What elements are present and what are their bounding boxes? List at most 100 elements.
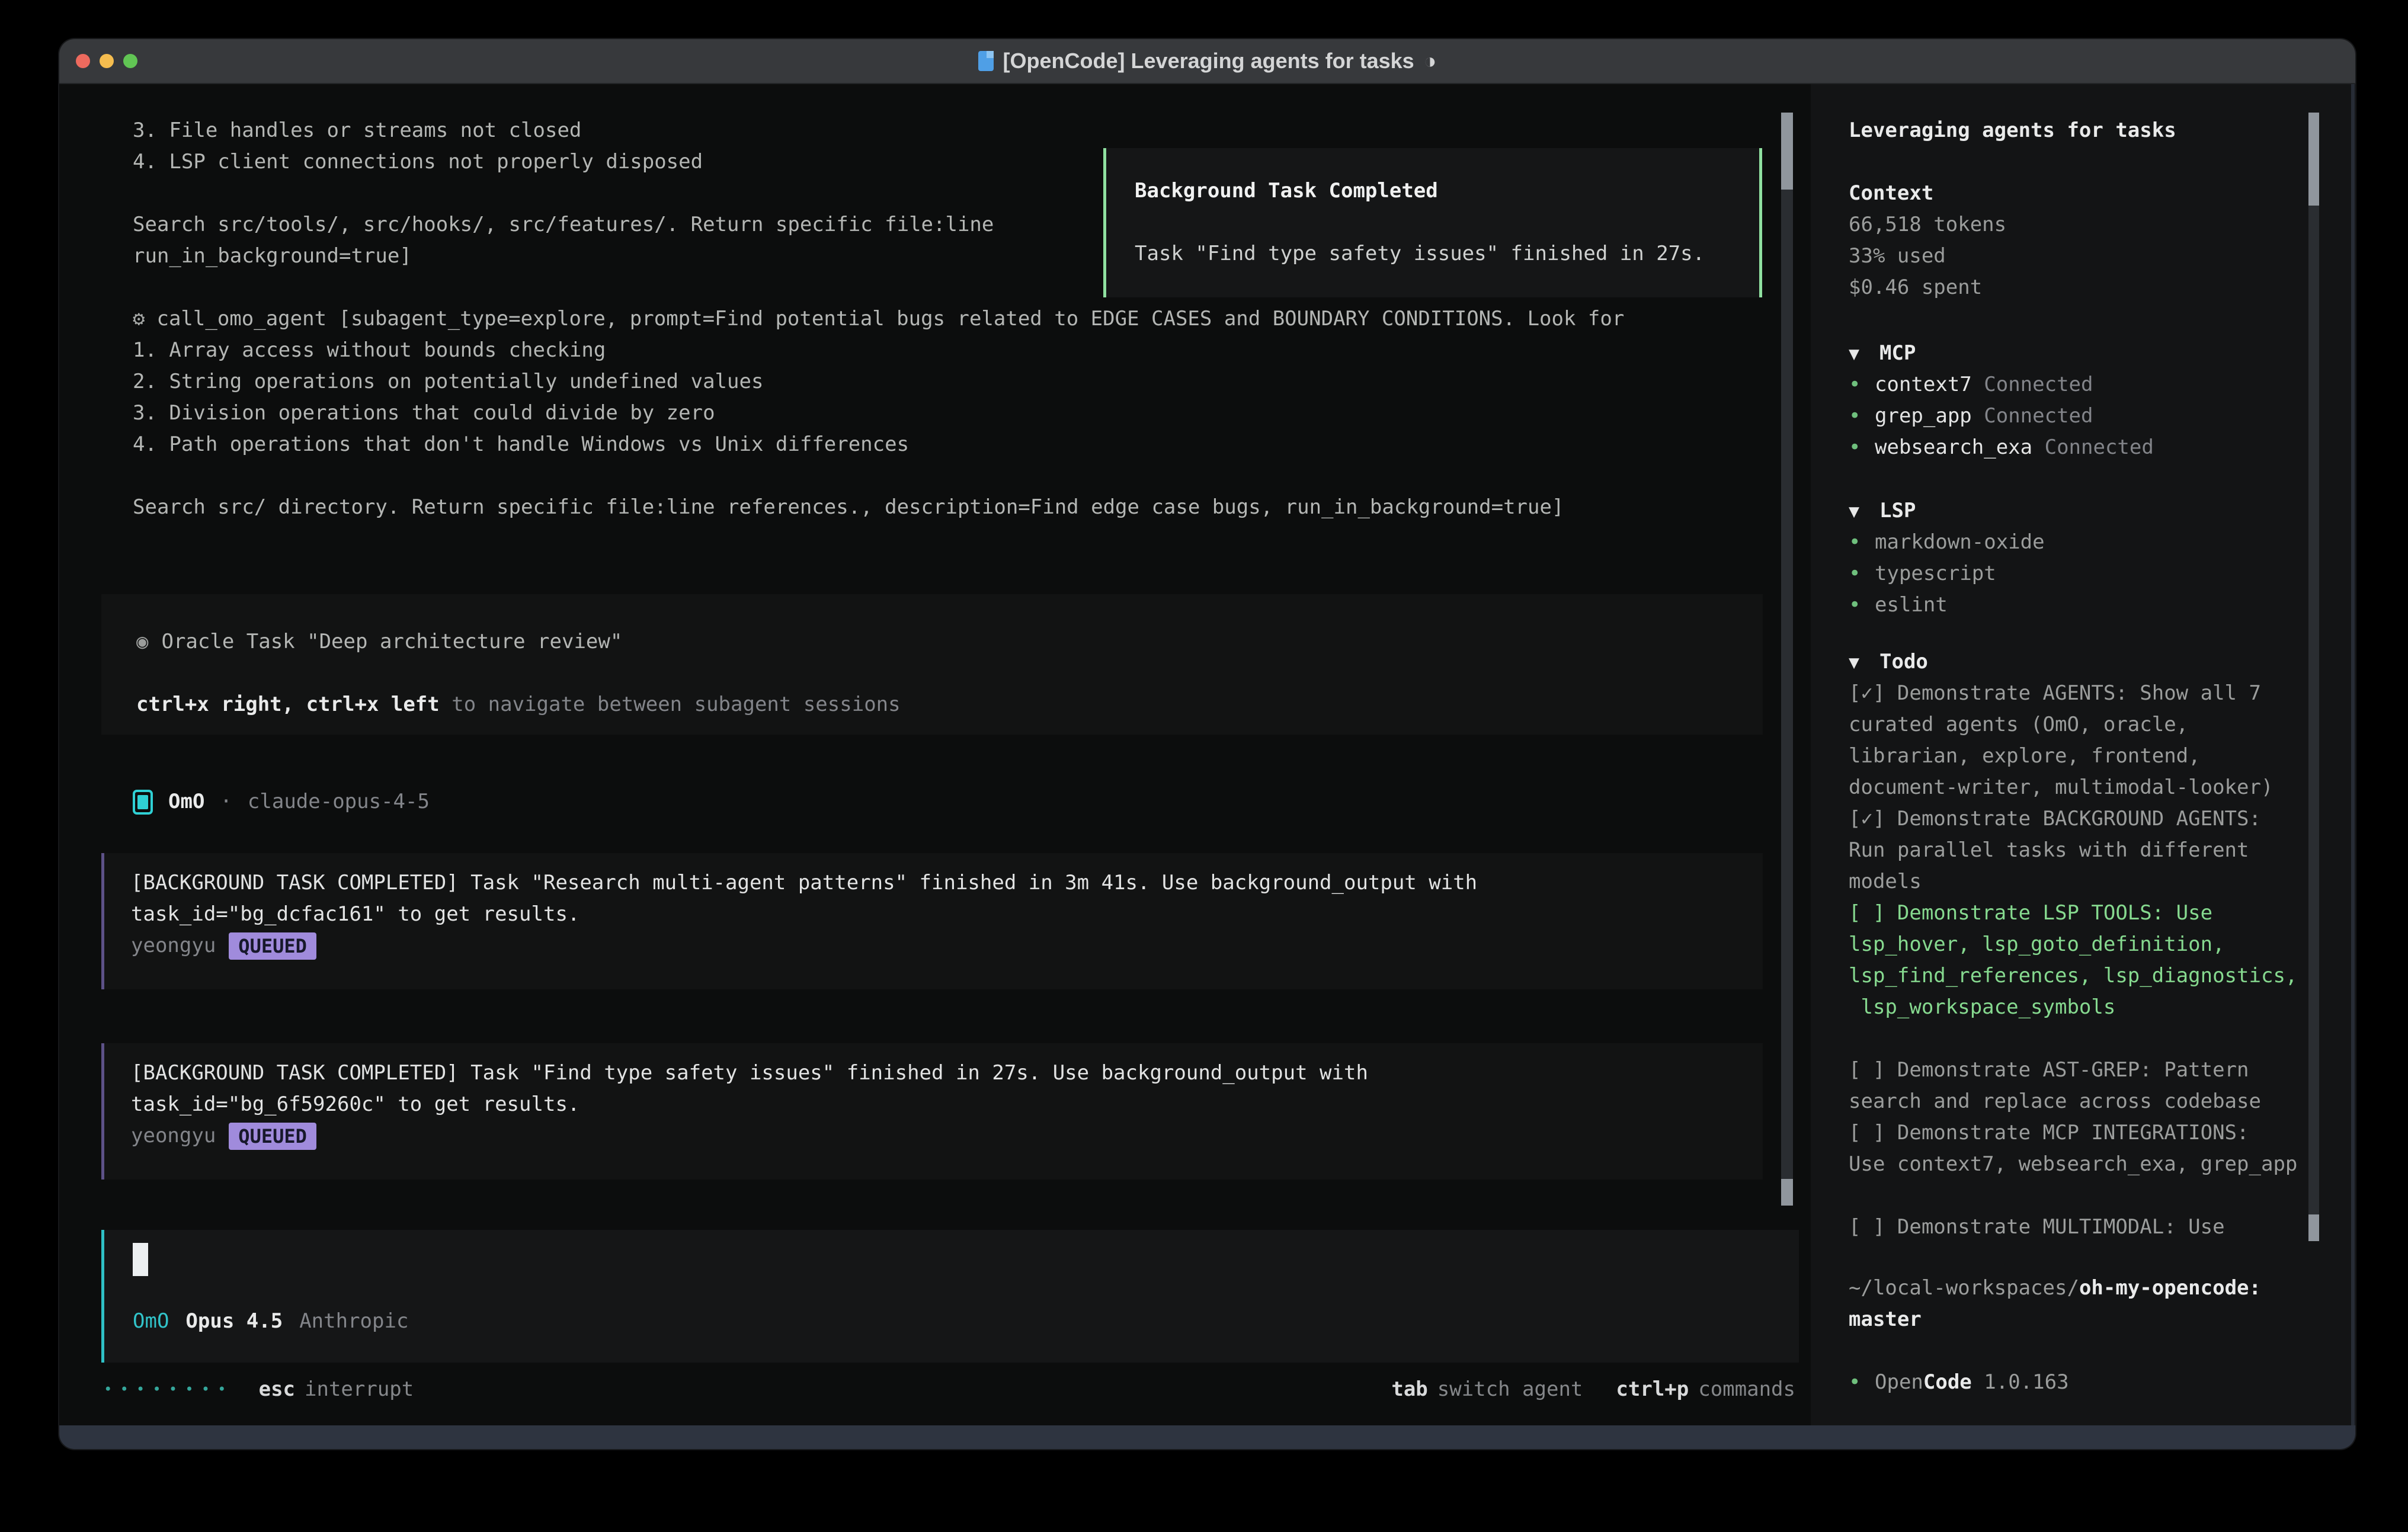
oracle-hint-keys: ctrl+x right, ctrl+x left [136,693,440,716]
status-right: tab switch agent ctrl+p commands [1358,1377,1795,1401]
lsp-item-name: markdown-oxide [1875,530,2045,554]
bullet-icon: • [1849,400,1875,432]
oracle-task-card[interactable]: ◉Oracle Task "Deep architecture review" … [101,594,1763,735]
agent-header: OmO · claude-opus-4-5 [133,786,430,818]
main-scrollbar-track[interactable] [1781,113,1793,1206]
commands-hint-group: ctrl+p commands [1616,1377,1795,1401]
mcp-item-status-text: Connected [1984,404,2093,428]
task-message-line1: [BACKGROUND TASK COMPLETED] Task "Resear… [131,867,1763,899]
bullet-icon: • [1849,432,1875,463]
todo-line: document-writer, multimodal-looker) [1849,772,2311,803]
chevron-down-icon: ▼ [1849,338,1879,370]
sidebar-title-block: Leveraging agents for tasks [1849,115,2311,146]
chevron-down-icon: ▼ [1849,647,1879,678]
tab-hint-group: tab switch agent [1391,1377,1583,1401]
window-title: [OpenCode] Leveraging agents for tasks ◑ [978,49,1437,73]
task-message-meta: yeongyu QUEUED [131,930,1763,961]
mcp-section: ▼MCP •context7 Connected •grep_app Conne… [1849,338,2311,463]
bullet-icon: • [1849,1367,1875,1398]
transcript-line: 3. File handles or streams not closed [133,115,1774,146]
close-button[interactable] [76,54,90,68]
mcp-item-name: websearch_exa [1875,435,2032,459]
agent-status-icon [133,790,153,815]
task-message-line2: task_id="bg_dcfac161" to get results. [131,899,1763,930]
prompt-input[interactable]: OmO Opus 4.5 Anthropic [101,1230,1799,1363]
todo-line: [ ] Demonstrate MCP INTEGRATIONS: [1849,1117,2311,1149]
todo-line: [✓] Demonstrate AGENTS: Show all 7 [1849,678,2311,709]
todo-line: curated agents (OmO, oracle, [1849,709,2311,741]
transcript-line: 4. Path operations that don't handle Win… [133,429,1774,460]
mcp-item-status [1972,373,1984,396]
sidebar-scrollbar-thumb-lower[interactable] [2308,1214,2319,1241]
mcp-item: •context7 Connected [1849,369,2311,400]
mcp-header[interactable]: ▼MCP [1849,338,2311,369]
context-header: Context [1849,178,2311,209]
esc-key-hint: esc [259,1377,295,1401]
context-tokens: 66,518 tokens [1849,209,2311,241]
todo-line-active: lsp_workspace_symbols [1849,992,2311,1023]
titlebar[interactable]: [OpenCode] Leveraging agents for tasks ◑ [59,39,2355,84]
window-title-text: [OpenCode] Leveraging agents for tasks [1003,49,1414,73]
status-badge: QUEUED [229,932,316,960]
task-message-meta: yeongyu QUEUED [131,1120,1763,1152]
background-task-notification: Background Task Completed Task "Find typ… [1103,148,1762,297]
oracle-spacer [136,658,1763,689]
sidebar-scrollbar-thumb[interactable] [2308,113,2319,206]
main-scrollbar-thumb[interactable] [1781,113,1793,190]
todo-line: [ ] Demonstrate AST-GREP: Pattern [1849,1055,2311,1086]
tab-key-label: switch agent [1437,1377,1583,1401]
context-used: 33% used [1849,241,2311,272]
separator-dot: · [220,786,232,818]
context-spent: $0.46 spent [1849,272,2311,303]
todo-line-active: [ ] Demonstrate LSP TOOLS: Use [1849,898,2311,929]
document-icon [978,51,994,71]
oracle-task-title: Oracle Task "Deep architecture review" [161,630,622,653]
gear-icon: ⚙ [133,307,145,331]
oracle-task-title-row: ◉Oracle Task "Deep architecture review" [136,626,1763,658]
ctrlp-key-hint: ctrl+p [1616,1377,1689,1401]
status-left: •••••••• esc interrupt [104,1377,414,1401]
version-number: 1.0.163 [1984,1370,2068,1394]
author-name: yeongyu [131,930,216,961]
esc-key-label: interrupt [305,1377,414,1401]
text-cursor [133,1243,148,1276]
context-section: Context 66,518 tokens 33% used $0.46 spe… [1849,178,2311,303]
workspace-repo: oh-my-opencode: [2079,1276,2261,1300]
todo-section: ▼Todo [✓] Demonstrate AGENTS: Show all 7… [1849,646,2311,1243]
status-badge: QUEUED [229,1123,316,1150]
author-name: yeongyu [131,1120,216,1152]
version-block: •OpenCode 1.0.163 [1849,1367,2311,1398]
task-message-card[interactable]: [BACKGROUND TASK COMPLETED] Task "Find t… [101,1043,1763,1180]
terminal-window: [OpenCode] Leveraging agents for tasks ◑… [59,39,2355,1449]
mcp-item-status [1972,404,1984,428]
main-scrollbar-thumb-lower[interactable] [1781,1179,1793,1206]
agent-model: claude-opus-4-5 [248,786,430,818]
tool-call-text: call_omo_agent [subagent_type=explore, p… [156,307,1624,331]
window-footer [59,1425,2355,1449]
sidebar-scrollbar-track[interactable] [2308,113,2319,1241]
notification-title: Background Task Completed [1135,175,1759,207]
mcp-item-name: context7 [1875,373,1972,396]
lsp-section: ▼LSP •markdown-oxide •typescript •eslint [1849,495,2311,621]
task-message-line2: task_id="bg_6f59260c" to get results. [131,1089,1763,1120]
todo-line: Run parallel tasks with different [1849,835,2311,866]
mcp-item-status-text: Connected [1984,373,2093,396]
input-model-name[interactable]: Opus 4.5 [185,1306,283,1337]
todo-line: [ ] Demonstrate MULTIMODAL: Use [1849,1212,2311,1243]
mcp-item: •websearch_exa Connected [1849,432,2311,463]
transcript-line: 3. Division operations that could divide… [133,398,1774,429]
todo-header-label: Todo [1879,650,1928,674]
bullet-icon: • [1849,527,1875,558]
minimize-button[interactable] [100,54,114,68]
task-message-card[interactable]: [BACKGROUND TASK COMPLETED] Task "Resear… [101,853,1763,989]
version-space [1972,1370,1984,1394]
todo-header[interactable]: ▼Todo [1849,646,2311,678]
todo-spacer [1849,1023,2311,1055]
workspace-path-dim: ~/local-workspaces/ [1849,1276,2079,1300]
zoom-button[interactable] [123,54,137,68]
model-row: OmO Opus 4.5 Anthropic [133,1306,408,1337]
window-right-edge [2351,84,2355,1425]
traffic-lights [76,54,137,68]
lsp-header[interactable]: ▼LSP [1849,495,2311,527]
bullet-icon: • [1849,369,1875,400]
